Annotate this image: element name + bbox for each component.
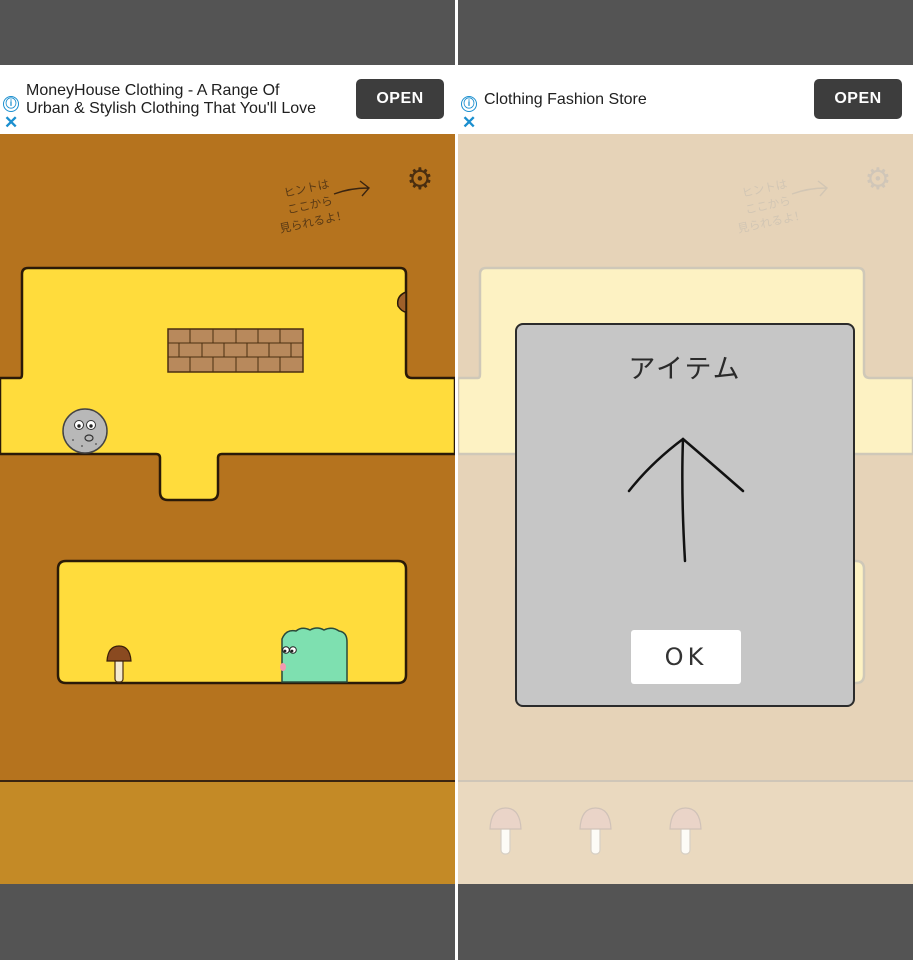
game-scene [0, 134, 455, 884]
dirt-background [0, 134, 455, 884]
ad-title[interactable]: Clothing Fashion Store [484, 90, 647, 109]
ad-banner[interactable]: ⓘ ✕ Clothing Fashion Store OPEN [458, 65, 913, 134]
rock-character [62, 408, 108, 454]
item-dialog: アイテム OK [515, 323, 855, 707]
caterpillar-character [280, 627, 348, 683]
ok-button[interactable]: OK [631, 630, 741, 684]
ad-info-icon[interactable]: ⓘ [3, 96, 19, 112]
brick-wall [167, 328, 304, 373]
up-arrow-icon [627, 437, 745, 563]
settings-gear-icon[interactable]: ⚙ [405, 165, 435, 195]
ad-info-icon[interactable]: ⓘ [461, 96, 477, 112]
ad-open-button[interactable]: OPEN [814, 79, 902, 119]
ad-title-line-2[interactable]: Urban & Stylish Clothing That You'll Lov… [26, 99, 316, 118]
ad-close-icon[interactable]: ✕ [462, 114, 476, 131]
ad-open-button[interactable]: OPEN [356, 79, 444, 119]
lower-tunnel [56, 559, 408, 685]
game-scene-drawing [0, 134, 455, 884]
ground-strip [0, 782, 455, 884]
ad-title-line-1[interactable]: MoneyHouse Clothing - A Range Of [26, 81, 279, 100]
settings-gear-icon[interactable]: ⚙ [863, 165, 893, 195]
ad-close-icon[interactable]: ✕ [4, 114, 18, 131]
hint-arrow-icon [791, 180, 829, 197]
ad-banner[interactable]: ⓘ ✕ MoneyHouse Clothing - A Range Of Urb… [0, 65, 455, 134]
left-phone-screen: ⓘ ✕ MoneyHouse Clothing - A Range Of Urb… [0, 0, 455, 960]
dialog-title: アイテム [628, 354, 742, 385]
right-phone-screen: ⓘ ✕ Clothing Fashion Store OPEN ⚙ ヒントは こ… [458, 0, 913, 960]
hint-arrow-icon [333, 180, 371, 197]
